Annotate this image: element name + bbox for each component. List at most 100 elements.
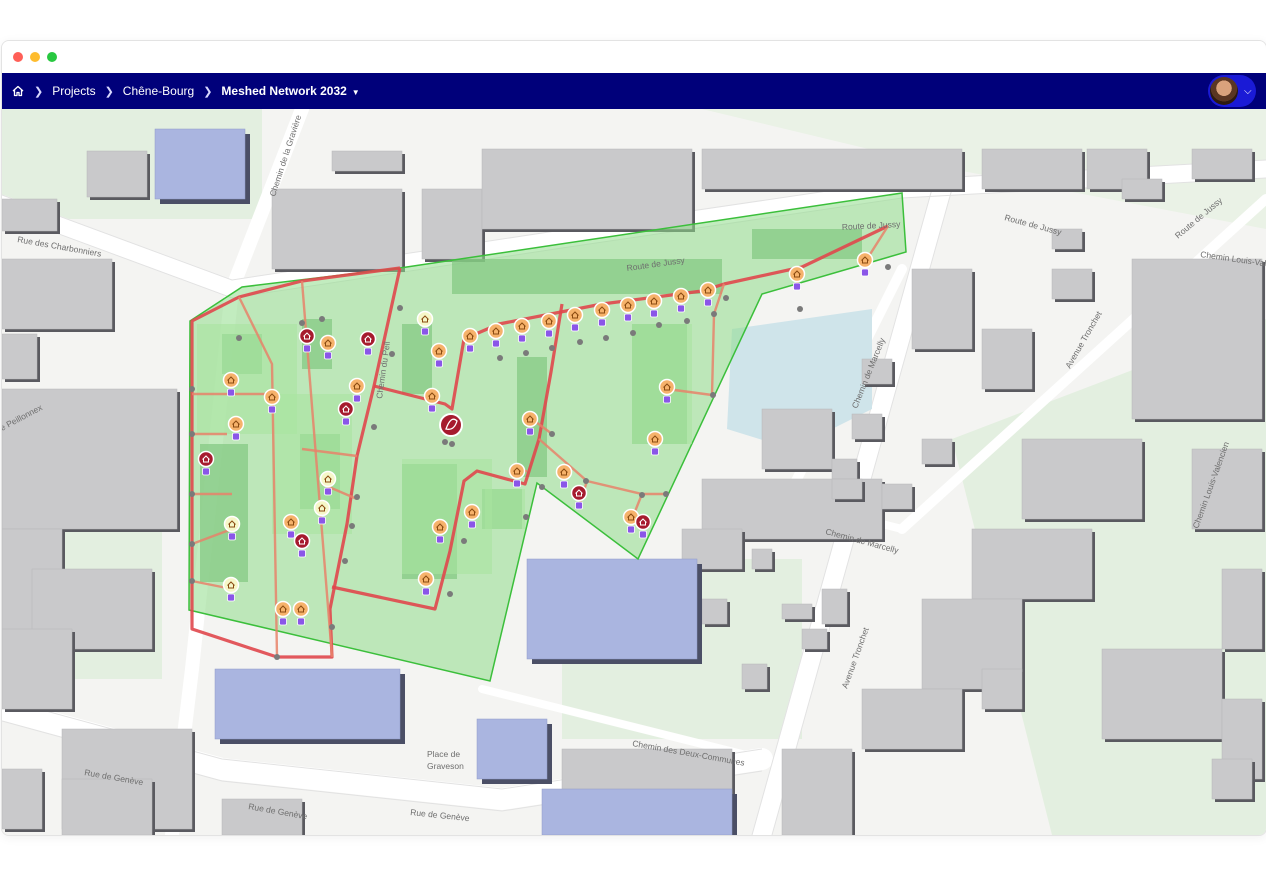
consumer-house-icon[interactable] [319, 334, 337, 352]
network-node[interactable] [603, 335, 609, 341]
producer-house-icon[interactable] [197, 450, 215, 468]
meter-icon[interactable] [227, 593, 235, 602]
network-node[interactable] [397, 305, 403, 311]
producer-house-icon[interactable] [298, 327, 316, 345]
minimize-window-button[interactable] [30, 52, 40, 62]
network-node[interactable] [797, 306, 803, 312]
network-node[interactable] [189, 491, 195, 497]
user-menu[interactable]: ⌵ [1208, 75, 1256, 107]
network-node[interactable] [442, 439, 448, 445]
network-node[interactable] [549, 345, 555, 351]
meter-icon[interactable] [364, 347, 372, 356]
consumer-house-icon[interactable] [487, 322, 505, 340]
consumer-house-icon[interactable] [658, 378, 676, 396]
meter-icon[interactable] [436, 535, 444, 544]
project-selector[interactable]: Meshed Network 2032 ▼ [221, 84, 359, 98]
network-node[interactable] [449, 441, 455, 447]
network-node[interactable] [371, 424, 377, 430]
network-node[interactable] [329, 624, 335, 630]
network-node[interactable] [299, 320, 305, 326]
meter-icon[interactable] [492, 339, 500, 348]
map-canvas[interactable]: Chemin de la GravièreRue des Charbonnier… [2, 109, 1266, 835]
meter-icon[interactable] [651, 447, 659, 456]
consumer-house-icon[interactable] [416, 310, 434, 328]
network-node[interactable] [577, 339, 583, 345]
meter-icon[interactable] [227, 388, 235, 397]
meter-icon[interactable] [228, 532, 236, 541]
network-node[interactable] [447, 591, 453, 597]
meter-icon[interactable] [297, 617, 305, 626]
network-node[interactable] [549, 431, 555, 437]
consumer-house-icon[interactable] [461, 327, 479, 345]
meter-icon[interactable] [428, 404, 436, 413]
meter-icon[interactable] [518, 334, 526, 343]
meter-icon[interactable] [303, 344, 311, 353]
consumer-house-icon[interactable] [431, 518, 449, 536]
network-node[interactable] [630, 330, 636, 336]
meter-icon[interactable] [793, 282, 801, 291]
network-node[interactable] [236, 335, 242, 341]
producer-house-icon[interactable] [634, 513, 652, 531]
network-node[interactable] [189, 386, 195, 392]
network-node[interactable] [461, 538, 467, 544]
meter-icon[interactable] [677, 304, 685, 313]
meter-icon[interactable] [342, 417, 350, 426]
network-node[interactable] [711, 311, 717, 317]
meter-icon[interactable] [545, 329, 553, 338]
network-map[interactable]: Chemin de la Gravière Rue des Charbonnier… [2, 109, 1266, 835]
consumer-house-icon[interactable] [430, 342, 448, 360]
meter-icon[interactable] [435, 359, 443, 368]
consumer-house-icon[interactable] [313, 499, 331, 517]
meter-icon[interactable] [650, 309, 658, 318]
consumer-house-icon[interactable] [645, 292, 663, 310]
breadcrumb-projects[interactable]: Projects [52, 84, 95, 98]
meter-icon[interactable] [324, 487, 332, 496]
consumer-house-icon[interactable] [222, 371, 240, 389]
network-node[interactable] [723, 295, 729, 301]
meter-icon[interactable] [268, 405, 276, 414]
network-node[interactable] [349, 523, 355, 529]
home-icon[interactable] [11, 84, 25, 98]
meter-icon[interactable] [422, 587, 430, 596]
consumer-house-icon[interactable] [521, 410, 539, 428]
network-node[interactable] [274, 654, 280, 660]
meter-icon[interactable] [704, 298, 712, 307]
consumer-house-icon[interactable] [566, 306, 584, 324]
network-node[interactable] [497, 355, 503, 361]
consumer-house-icon[interactable] [423, 387, 441, 405]
consumer-house-icon[interactable] [699, 281, 717, 299]
meter-icon[interactable] [279, 617, 287, 626]
consumer-house-icon[interactable] [227, 415, 245, 433]
consumer-house-icon[interactable] [856, 251, 874, 269]
consumer-house-icon[interactable] [417, 570, 435, 588]
consumer-house-icon[interactable] [282, 513, 300, 531]
heat-plant-icon[interactable] [439, 413, 463, 437]
meter-icon[interactable] [526, 427, 534, 436]
meter-icon[interactable] [324, 351, 332, 360]
consumer-house-icon[interactable] [223, 515, 241, 533]
network-node[interactable] [523, 514, 529, 520]
meter-icon[interactable] [287, 530, 295, 539]
meter-icon[interactable] [571, 323, 579, 332]
network-node[interactable] [583, 478, 589, 484]
close-window-button[interactable] [13, 52, 23, 62]
producer-house-icon[interactable] [293, 532, 311, 550]
consumer-house-icon[interactable] [292, 600, 310, 618]
producer-house-icon[interactable] [570, 484, 588, 502]
producer-house-icon[interactable] [359, 330, 377, 348]
network-node[interactable] [539, 484, 545, 490]
meter-icon[interactable] [513, 479, 521, 488]
consumer-house-icon[interactable] [619, 296, 637, 314]
zoom-window-button[interactable] [47, 52, 57, 62]
network-node[interactable] [189, 541, 195, 547]
network-node[interactable] [663, 491, 669, 497]
network-node[interactable] [710, 392, 716, 398]
meter-icon[interactable] [575, 501, 583, 510]
network-node[interactable] [885, 264, 891, 270]
meter-icon[interactable] [353, 394, 361, 403]
consumer-house-icon[interactable] [646, 430, 664, 448]
network-node[interactable] [354, 494, 360, 500]
meter-icon[interactable] [627, 525, 635, 534]
consumer-house-icon[interactable] [222, 576, 240, 594]
network-node[interactable] [684, 318, 690, 324]
